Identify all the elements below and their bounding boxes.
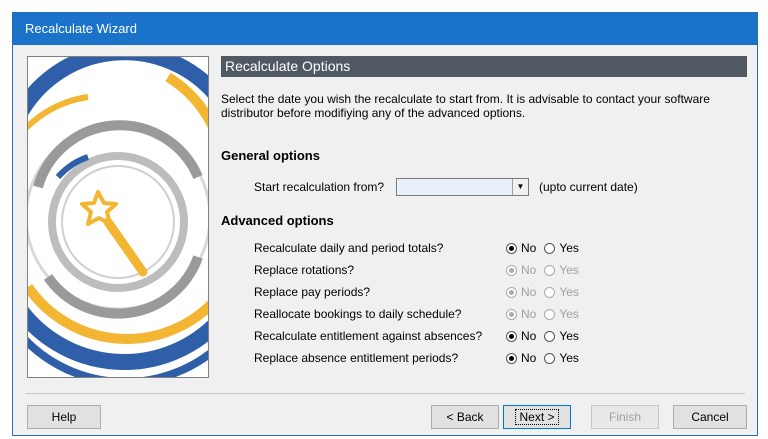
cancel-button[interactable]: Cancel: [673, 405, 747, 429]
advanced-option-radio-group: No Yes: [506, 351, 587, 367]
no-radio-option[interactable]: No: [506, 329, 536, 343]
radio-yes-icon[interactable]: [544, 243, 556, 254]
advanced-options-heading: Advanced options: [221, 213, 334, 228]
start-date-dropdown[interactable]: ▼: [396, 178, 529, 196]
radio-no-icon[interactable]: [506, 309, 517, 320]
advanced-option-radio-group: No Yes: [506, 285, 587, 301]
radio-yes-icon[interactable]: [544, 287, 556, 298]
radio-yes-icon[interactable]: [544, 353, 556, 364]
no-radio-label: No: [521, 285, 537, 299]
back-button[interactable]: < Back: [431, 405, 499, 429]
advanced-option-label: Recalculate daily and period totals?: [254, 241, 444, 255]
yes-radio-option[interactable]: Yes: [544, 351, 579, 365]
start-date-hint: (upto current date): [539, 180, 638, 194]
no-radio-label: No: [521, 307, 537, 321]
advanced-option-radio-group: No Yes: [506, 241, 587, 257]
radio-no-icon[interactable]: [506, 243, 517, 254]
next-button[interactable]: Next >: [503, 405, 571, 429]
finish-button[interactable]: Finish: [591, 405, 659, 429]
yes-radio-label: Yes: [559, 351, 579, 365]
magic-wand-clock-icon: [28, 57, 208, 377]
advanced-option-radio-group: No Yes: [506, 263, 587, 279]
window-title: Recalculate Wizard: [13, 13, 757, 45]
no-radio-label: No: [521, 329, 537, 343]
wizard-window: Recalculate Wizard Recalculate Options S…: [12, 12, 758, 436]
radio-yes-icon[interactable]: [544, 331, 556, 342]
start-recalculation-label: Start recalculation from?: [254, 180, 385, 194]
yes-radio-label: Yes: [559, 263, 579, 277]
no-radio-option[interactable]: No: [506, 263, 536, 277]
radio-no-icon[interactable]: [506, 265, 517, 276]
advanced-option-label: Recalculate entitlement against absences…: [254, 329, 483, 343]
no-radio-option[interactable]: No: [506, 241, 536, 255]
radio-no-icon[interactable]: [506, 353, 517, 364]
no-radio-label: No: [521, 351, 537, 365]
yes-radio-label: Yes: [559, 329, 579, 343]
no-radio-option[interactable]: No: [506, 351, 536, 365]
divider: [25, 393, 745, 394]
intro-text: Select the date you wish the recalculate…: [221, 92, 710, 120]
no-radio-label: No: [521, 241, 537, 255]
radio-no-icon[interactable]: [506, 331, 517, 342]
general-options-heading: General options: [221, 148, 320, 163]
options-panel: Recalculate Options Select the date you …: [221, 56, 747, 365]
yes-radio-option[interactable]: Yes: [544, 263, 579, 277]
yes-radio-option[interactable]: Yes: [544, 329, 579, 343]
advanced-option-label: Replace absence entitlement periods?: [254, 351, 459, 365]
yes-radio-label: Yes: [559, 285, 579, 299]
page-title: Recalculate Options: [221, 56, 747, 77]
no-radio-option[interactable]: No: [506, 307, 536, 321]
yes-radio-label: Yes: [559, 241, 579, 255]
advanced-option-label: Replace pay periods?: [254, 285, 371, 299]
yes-radio-option[interactable]: Yes: [544, 241, 579, 255]
no-radio-option[interactable]: No: [506, 285, 536, 299]
advanced-option-radio-group: No Yes: [506, 307, 587, 323]
advanced-option-label: Reallocate bookings to daily schedule?: [254, 307, 462, 321]
yes-radio-label: Yes: [559, 307, 579, 321]
radio-yes-icon[interactable]: [544, 309, 556, 320]
wizard-illustration: [27, 56, 209, 378]
advanced-option-radio-group: No Yes: [506, 329, 587, 345]
help-button[interactable]: Help: [27, 405, 101, 429]
chevron-down-icon[interactable]: ▼: [512, 179, 528, 195]
advanced-option-label: Replace rotations?: [254, 263, 355, 277]
yes-radio-option[interactable]: Yes: [544, 285, 579, 299]
radio-yes-icon[interactable]: [544, 265, 556, 276]
yes-radio-option[interactable]: Yes: [544, 307, 579, 321]
no-radio-label: No: [521, 263, 537, 277]
next-button-label: Next >: [515, 409, 559, 425]
radio-no-icon[interactable]: [506, 287, 517, 298]
